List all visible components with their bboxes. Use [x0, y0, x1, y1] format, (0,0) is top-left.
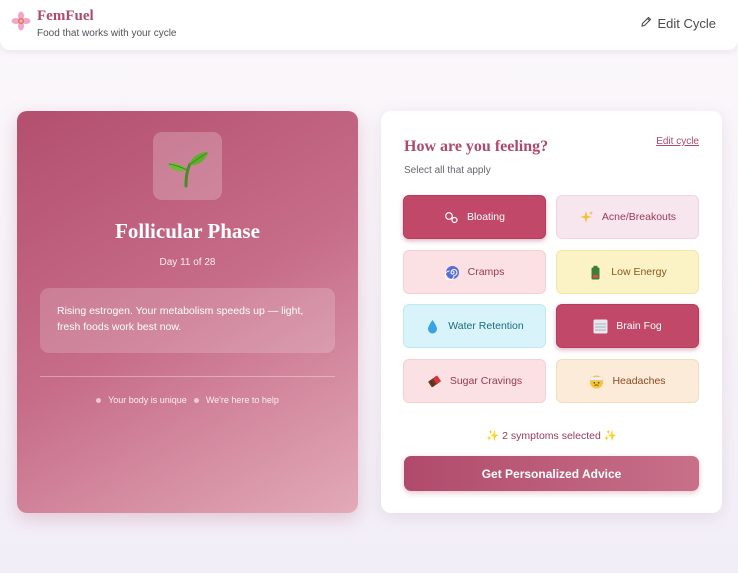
- bandaged-face-icon: [589, 374, 604, 389]
- brand-name: FemFuel: [37, 8, 94, 24]
- get-advice-button[interactable]: Get Personalized Advice: [404, 456, 699, 491]
- symptom-sugar-cravings[interactable]: Sugar Cravings: [403, 359, 546, 403]
- symptom-headaches[interactable]: Headaches: [556, 359, 699, 403]
- symptom-label: Cramps: [467, 266, 505, 278]
- bullet-dot: [193, 397, 199, 403]
- symptom-brain-fog[interactable]: Brain Fog: [556, 304, 699, 348]
- note-body-unique: Your body is unique: [108, 395, 187, 405]
- symptom-label: Low Energy: [611, 266, 667, 278]
- symptom-label: Water Retention: [448, 320, 524, 332]
- phase-description: Rising estrogen. Your metabolism speeds …: [40, 288, 335, 353]
- bullet-dot: [96, 397, 102, 403]
- symptom-label: Bloating: [467, 211, 505, 223]
- symptom-bloating[interactable]: Bloating: [403, 195, 546, 239]
- divider: [40, 376, 335, 377]
- note-here-to-help: We're here to help: [205, 395, 279, 405]
- pencil-icon: [640, 16, 652, 31]
- seedling-icon: [153, 132, 222, 200]
- cycle-day: Day 11 of 28: [159, 257, 216, 268]
- symptoms-title: How are you feeling?: [404, 138, 549, 155]
- brand-tagline: Food that works with your cycle: [37, 28, 177, 39]
- swirl-icon: [444, 265, 460, 280]
- symptom-water-retention[interactable]: Water Retention: [403, 304, 546, 348]
- symptoms-card: How are you feeling? Edit cycle Select a…: [381, 111, 722, 513]
- symptom-label: Acne/Breakouts: [601, 211, 677, 223]
- edit-cycle-link[interactable]: Edit cycle: [656, 136, 699, 147]
- select-hint: Select all that apply: [404, 165, 491, 176]
- top-bar: FemFuel Food that works with your cycle …: [0, 0, 738, 50]
- sparkles-icon: [579, 210, 594, 225]
- phase-title: Follicular Phase: [115, 219, 260, 243]
- symptom-acne[interactable]: Acne/Breakouts: [556, 195, 699, 239]
- droplet-icon: [425, 319, 440, 334]
- selected-count: ✨ 2 symptoms selected ✨: [486, 430, 617, 442]
- battery-icon: [588, 265, 603, 280]
- symptom-low-energy[interactable]: Low Energy: [556, 250, 699, 294]
- edit-cycle-button[interactable]: Edit Cycle: [640, 16, 716, 31]
- symptom-label: Brain Fog: [616, 320, 662, 332]
- bubbles-icon: [444, 210, 459, 225]
- edit-cycle-label: Edit Cycle: [657, 16, 716, 31]
- fog-icon: [593, 319, 608, 334]
- symptom-cramps[interactable]: Cramps: [403, 250, 546, 294]
- chocolate-icon: [427, 374, 442, 389]
- phase-card: Follicular Phase Day 11 of 28 Rising est…: [17, 111, 358, 513]
- flower-icon: [10, 10, 32, 32]
- symptom-label: Headaches: [612, 375, 666, 387]
- phase-notes: Your body is unique We're here to help: [17, 395, 358, 405]
- symptom-label: Sugar Cravings: [449, 375, 523, 387]
